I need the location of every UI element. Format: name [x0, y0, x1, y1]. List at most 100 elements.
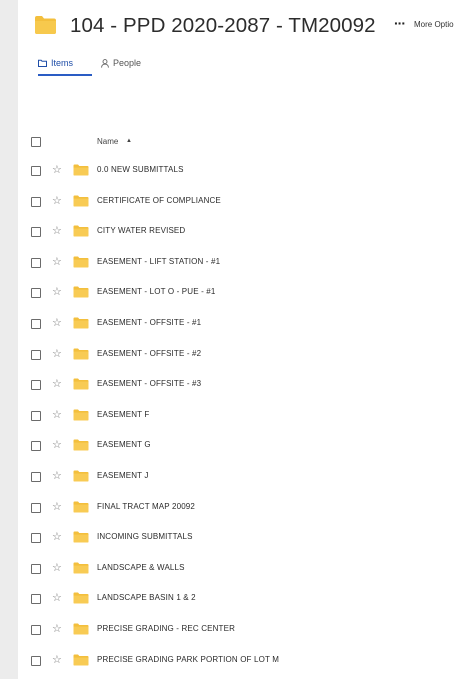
list-item[interactable]: ☆ LANDSCAPE BASIN 1 & 2: [18, 590, 474, 608]
folder-name[interactable]: EASEMENT G: [97, 440, 151, 449]
star-icon[interactable]: ☆: [52, 469, 62, 483]
folder-icon: [73, 439, 89, 451]
list-item[interactable]: ☆ LANDSCAPE & WALLS: [18, 560, 474, 578]
folder-icon: [35, 16, 56, 34]
folder-icon: [73, 531, 89, 543]
star-icon[interactable]: ☆: [52, 347, 62, 361]
list-item[interactable]: ☆ CITY WATER REVISED: [18, 223, 474, 241]
folder-name[interactable]: PRECISE GRADING PARK PORTION OF LOT M: [97, 655, 279, 664]
star-icon[interactable]: ☆: [52, 438, 62, 452]
star-icon[interactable]: ☆: [52, 377, 62, 391]
folder-name[interactable]: LANDSCAPE & WALLS: [97, 563, 185, 572]
row-checkbox[interactable]: [31, 227, 41, 238]
more-options-button[interactable]: More Optio: [414, 20, 454, 29]
list-item[interactable]: ☆ CERTIFICATE OF COMPLIANCE: [18, 193, 474, 211]
folder-name[interactable]: EASEMENT - OFFSITE - #2: [97, 349, 201, 358]
star-icon[interactable]: ☆: [52, 408, 62, 422]
row-checkbox[interactable]: [31, 533, 41, 544]
folder-name[interactable]: LANDSCAPE BASIN 1 & 2: [97, 593, 196, 602]
star-icon[interactable]: ☆: [52, 622, 62, 636]
folder-icon: [73, 195, 89, 207]
folder-outline-icon: [38, 59, 47, 67]
row-checkbox[interactable]: [31, 410, 41, 421]
folder-name[interactable]: CERTIFICATE OF COMPLIANCE: [97, 196, 221, 205]
list-header: Name ▲: [18, 134, 474, 150]
folder-name[interactable]: EASEMENT F: [97, 410, 149, 419]
star-icon[interactable]: ☆: [52, 591, 62, 605]
row-checkbox[interactable]: [31, 380, 41, 391]
list-item[interactable]: ☆ EASEMENT - OFFSITE - #1: [18, 315, 474, 333]
folder-icon: [73, 623, 89, 635]
list-item[interactable]: ☆ EASEMENT J: [18, 468, 474, 486]
folder-name[interactable]: PRECISE GRADING - REC CENTER: [97, 624, 235, 633]
folder-icon: [73, 225, 89, 237]
row-checkbox[interactable]: [31, 441, 41, 452]
folder-name[interactable]: FINAL TRACT MAP 20092: [97, 502, 195, 511]
page-title: 104 - PPD 2020-2087 - TM20092: [70, 14, 376, 37]
folder-header: 104 - PPD 2020-2087 - TM20092 ··· More O…: [18, 12, 474, 46]
folder-name[interactable]: CITY WATER REVISED: [97, 226, 185, 235]
row-checkbox[interactable]: [31, 288, 41, 299]
star-icon[interactable]: ☆: [52, 653, 62, 667]
row-checkbox[interactable]: [31, 319, 41, 329]
list-item[interactable]: ☆ EASEMENT - LOT O - PUE - #1: [18, 284, 474, 302]
folder-icon: [73, 562, 89, 574]
folder-icon: [73, 470, 89, 482]
file-browser-panel: 104 - PPD 2020-2087 - TM20092 ··· More O…: [18, 0, 474, 679]
list-item[interactable]: ☆ EASEMENT F: [18, 407, 474, 425]
folder-icon: [73, 348, 89, 360]
list-item[interactable]: ☆ PRECISE GRADING - REC CENTER: [18, 621, 474, 639]
row-checkbox[interactable]: [31, 472, 41, 482]
star-icon[interactable]: ☆: [52, 285, 62, 299]
list-item[interactable]: ☆ PRECISE GRADING PARK PORTION OF LOT M: [18, 652, 474, 670]
folder-icon: [73, 592, 89, 604]
sort-ascending-icon[interactable]: ▲: [126, 138, 132, 144]
folder-name[interactable]: EASEMENT - OFFSITE - #1: [97, 318, 201, 327]
list-item[interactable]: ☆ 0.0 NEW SUBMITTALS: [18, 162, 474, 180]
star-icon[interactable]: ☆: [52, 316, 62, 330]
row-checkbox[interactable]: [31, 349, 41, 360]
row-checkbox[interactable]: [31, 257, 41, 268]
list-item[interactable]: ☆ EASEMENT G: [18, 437, 474, 455]
active-tab-indicator: [38, 74, 92, 76]
row-checkbox[interactable]: [31, 166, 41, 176]
folder-icon: [73, 409, 89, 421]
folder-name[interactable]: 0.0 NEW SUBMITTALS: [97, 165, 184, 174]
row-checkbox[interactable]: [31, 655, 41, 666]
folder-name[interactable]: EASEMENT - OFFSITE - #3: [97, 379, 201, 388]
tab-items[interactable]: Items: [38, 58, 73, 68]
folder-icon: [73, 501, 89, 513]
list-item[interactable]: ☆ EASEMENT - LIFT STATION - #1: [18, 254, 474, 272]
folder-icon: [73, 164, 89, 176]
folder-icon: [73, 256, 89, 268]
folder-icon: [73, 286, 89, 298]
folder-name[interactable]: INCOMING SUBMITTALS: [97, 532, 193, 541]
list-item[interactable]: ☆ EASEMENT - OFFSITE - #2: [18, 346, 474, 364]
list-item[interactable]: ☆ INCOMING SUBMITTALS: [18, 529, 474, 547]
star-icon[interactable]: ☆: [52, 561, 62, 575]
star-icon[interactable]: ☆: [52, 530, 62, 544]
star-icon[interactable]: ☆: [52, 500, 62, 514]
folder-name[interactable]: EASEMENT - LIFT STATION - #1: [97, 257, 220, 266]
row-checkbox[interactable]: [31, 196, 41, 207]
folder-icon: [73, 378, 89, 390]
folder-icon: [73, 654, 89, 666]
folder-name[interactable]: EASEMENT - LOT O - PUE - #1: [97, 287, 215, 296]
row-checkbox[interactable]: [31, 563, 41, 574]
row-checkbox[interactable]: [31, 594, 41, 605]
star-icon[interactable]: ☆: [52, 255, 62, 269]
row-checkbox[interactable]: [31, 625, 41, 635]
list-item[interactable]: ☆ FINAL TRACT MAP 20092: [18, 499, 474, 517]
star-icon[interactable]: ☆: [52, 194, 62, 208]
tab-people[interactable]: People: [101, 58, 141, 68]
more-options-icon[interactable]: ···: [394, 15, 406, 31]
name-column-header[interactable]: Name: [97, 137, 118, 146]
folder-name[interactable]: EASEMENT J: [97, 471, 149, 480]
star-icon[interactable]: ☆: [52, 224, 62, 238]
tab-items-label: Items: [51, 58, 74, 68]
row-checkbox[interactable]: [31, 502, 41, 513]
star-icon[interactable]: ☆: [52, 163, 62, 177]
list-item[interactable]: ☆ EASEMENT - OFFSITE - #3: [18, 376, 474, 394]
person-icon: [101, 58, 109, 68]
select-all-checkbox[interactable]: [31, 137, 41, 147]
